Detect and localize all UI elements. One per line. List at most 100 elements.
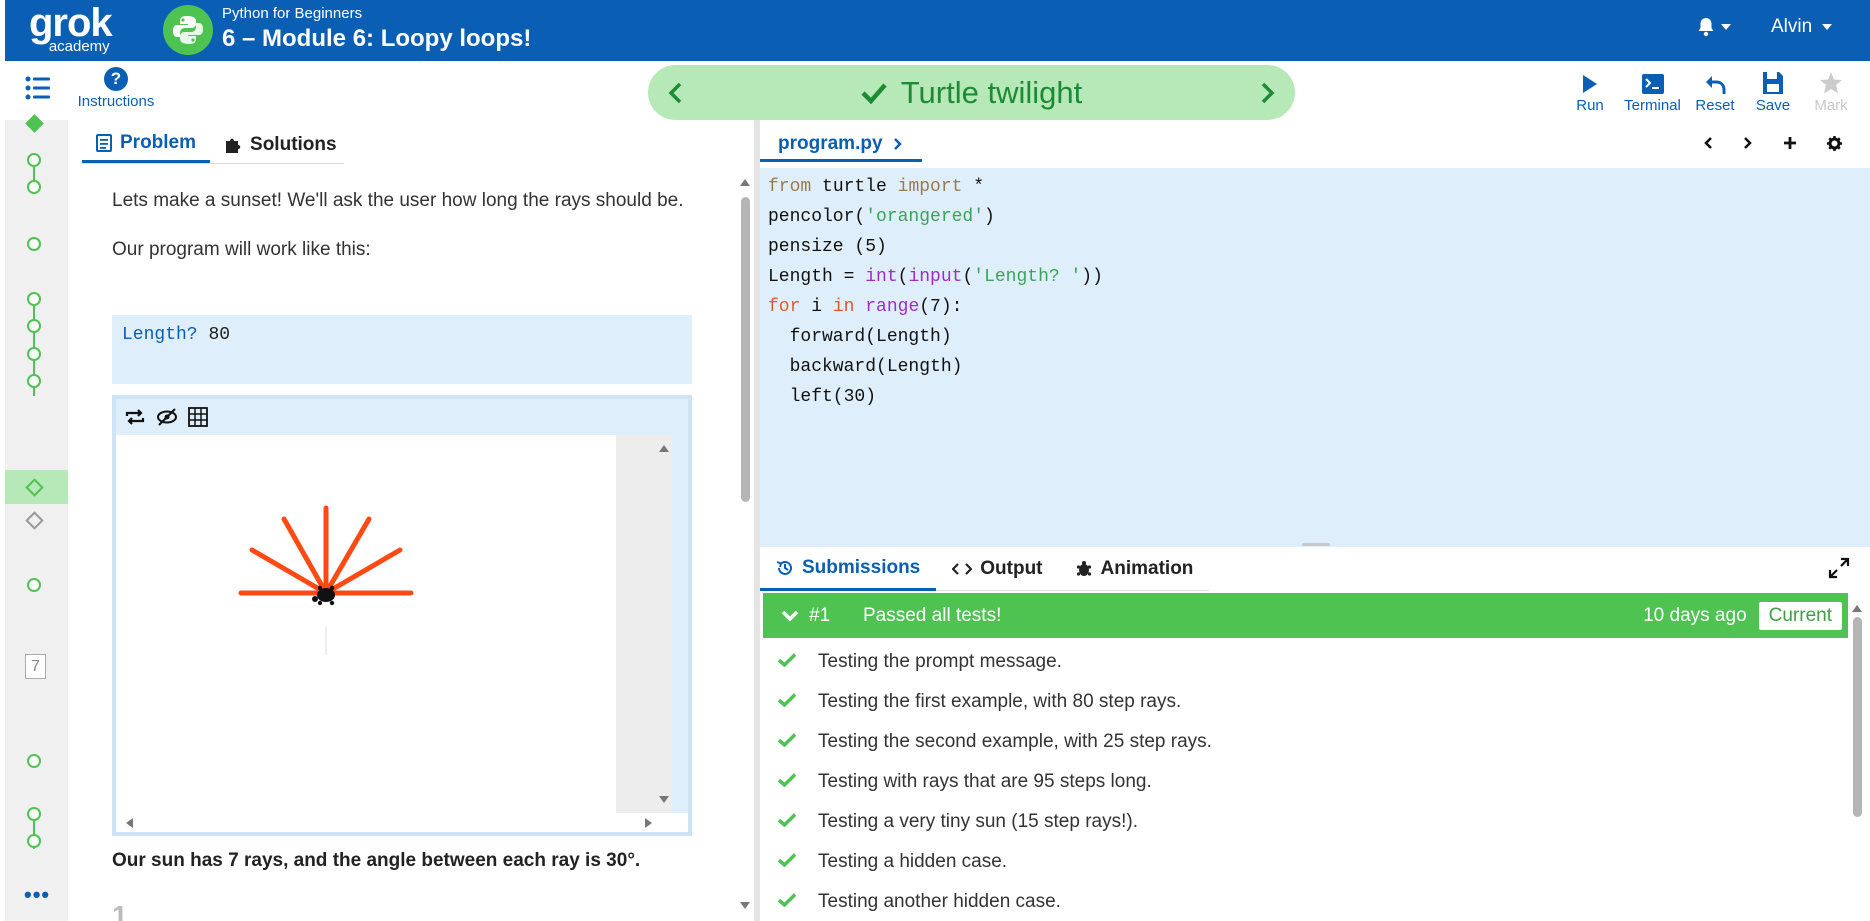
canvas-horizontal-scrollbar[interactable] — [116, 813, 688, 832]
current-badge: Current — [1758, 601, 1842, 630]
undo-icon — [1706, 76, 1726, 94]
progress-step[interactable] — [27, 180, 41, 194]
star-icon — [1820, 72, 1842, 94]
code-editor[interactable]: program.py from turtle import * pencolor(… — [760, 120, 1870, 547]
test-result: Testing the first example, with 80 step … — [777, 682, 1212, 722]
chevron-right-icon — [893, 137, 902, 150]
tab-submissions[interactable]: Submissions — [760, 547, 937, 591]
submission-number: #1 — [809, 604, 831, 626]
play-icon — [1583, 75, 1597, 93]
results-scrollbar[interactable] — [1850, 601, 1864, 921]
tab-output[interactable]: Output — [936, 547, 1059, 591]
canvas-vertical-scrollbar[interactable] — [616, 435, 672, 813]
test-label: Testing the prompt message. — [818, 651, 1062, 672]
progress-step[interactable] — [27, 292, 41, 306]
add-file-button[interactable] — [1783, 136, 1797, 150]
next-challenge-button[interactable] — [1259, 82, 1275, 104]
instructions-label: Instructions — [77, 93, 155, 110]
test-result: Testing a very tiny sun (15 step rays!). — [777, 802, 1212, 842]
progress-step[interactable] — [27, 578, 41, 592]
upcoming-step-diamond[interactable] — [25, 511, 44, 530]
document-icon — [96, 134, 112, 152]
test-label: Testing with rays that are 95 steps long… — [818, 771, 1152, 792]
editor-tabbar: program.py — [760, 120, 1870, 168]
save-label: Save — [1755, 97, 1791, 114]
notifications-button[interactable] — [1697, 13, 1741, 41]
list-icon — [25, 76, 50, 100]
tab-problem-label: Problem — [120, 132, 197, 153]
progress-step[interactable] — [27, 807, 41, 821]
turtle-canvas-panel — [112, 395, 692, 836]
grok-logo[interactable]: grok academy — [29, 1, 113, 55]
challenge-toolbar: ? Instructions Turtle twilight Run Termi… — [0, 61, 1870, 120]
tab-problem[interactable]: Problem — [82, 126, 211, 163]
next-file-button[interactable] — [1743, 136, 1753, 150]
reset-button[interactable]: Reset — [1686, 69, 1744, 114]
code-line-2: pencolor('orangered') — [768, 207, 995, 227]
repeat-icon[interactable] — [124, 407, 146, 427]
problem-scrollbar[interactable] — [738, 175, 752, 915]
test-result: Testing the second example, with 25 step… — [777, 722, 1212, 762]
code-line-6: forward(Length) — [768, 327, 952, 347]
gear-icon[interactable] — [1827, 136, 1842, 151]
check-icon — [777, 773, 797, 788]
lesson-list-button[interactable] — [25, 75, 51, 106]
problem-scrollbar-thumb[interactable] — [741, 197, 750, 502]
check-icon — [777, 893, 797, 908]
reset-label: Reset — [1695, 97, 1735, 114]
hide-turtle-icon[interactable] — [156, 407, 178, 427]
module-number-badge[interactable]: 7 — [25, 654, 46, 679]
canvas-toolbar — [124, 407, 208, 427]
mark-button[interactable]: Mark — [1802, 69, 1860, 114]
example-input: 80 — [208, 325, 231, 345]
tab-solutions[interactable]: Solutions — [210, 126, 351, 163]
test-result: Testing another hidden case. — [777, 882, 1212, 921]
test-result: Testing with rays that are 95 steps long… — [777, 762, 1212, 802]
tab-animation[interactable]: Animation — [1058, 547, 1210, 591]
progress-step[interactable] — [27, 153, 41, 167]
next-step-number: 1 — [112, 900, 128, 921]
grid-icon[interactable] — [188, 407, 208, 427]
course-subtitle: Python for Beginners — [222, 5, 363, 22]
test-result: Testing a hidden case. — [777, 842, 1212, 882]
more-steps-button[interactable]: ••• — [24, 882, 50, 908]
progress-step[interactable] — [27, 237, 41, 251]
terminal-label: Terminal — [1624, 97, 1681, 114]
progress-step[interactable] — [27, 834, 41, 848]
file-tab-program[interactable]: program.py — [760, 128, 922, 162]
code-line-7: backward(Length) — [768, 357, 963, 377]
terminal-button[interactable]: Terminal — [1619, 69, 1686, 114]
progress-step[interactable] — [27, 319, 41, 333]
problem-tabs: Problem Solutions — [82, 126, 344, 164]
expand-icon[interactable] — [1828, 557, 1850, 579]
challenge-nav: Turtle twilight — [648, 65, 1295, 120]
logo-word: grok — [29, 1, 113, 45]
results-scrollbar-thumb[interactable] — [1853, 617, 1862, 817]
progress-step[interactable] — [27, 374, 41, 388]
terminal-icon — [1641, 74, 1664, 94]
submission-row[interactable]: #1 Passed all tests! 10 days ago Current — [763, 593, 1848, 638]
progress-step[interactable] — [27, 754, 41, 768]
turtle-drawing-canvas — [116, 435, 616, 813]
code-content[interactable]: from turtle import * pencolor('orangered'… — [768, 172, 1103, 412]
turtle-icon — [1076, 560, 1091, 576]
submission-message: Passed all tests! — [863, 604, 1002, 626]
bell-icon — [1698, 18, 1714, 37]
problem-text: Lets make a sunset! We'll ask the user h… — [112, 186, 692, 284]
file-tab-label: program.py — [778, 132, 883, 154]
results-tabs: Submissions Output Animation — [760, 547, 1210, 591]
run-button[interactable]: Run — [1561, 69, 1619, 114]
previous-challenge-button[interactable] — [668, 82, 684, 104]
code-line-8: left(30) — [768, 387, 877, 407]
instructions-button[interactable]: ? Instructions — [75, 67, 157, 110]
tab-solutions-label: Solutions — [250, 133, 337, 155]
user-menu[interactable]: Alvin — [1771, 16, 1833, 38]
code-line-5: for i in range(7): — [768, 297, 963, 317]
progress-step[interactable] — [27, 347, 41, 361]
puzzle-icon — [226, 138, 241, 153]
previous-file-button[interactable] — [1703, 136, 1713, 150]
save-button[interactable]: Save — [1744, 69, 1802, 114]
submission-time: 10 days ago — [1643, 604, 1747, 626]
tab-animation-label: Animation — [1100, 557, 1194, 579]
editor-resize-handle[interactable] — [1302, 543, 1330, 546]
